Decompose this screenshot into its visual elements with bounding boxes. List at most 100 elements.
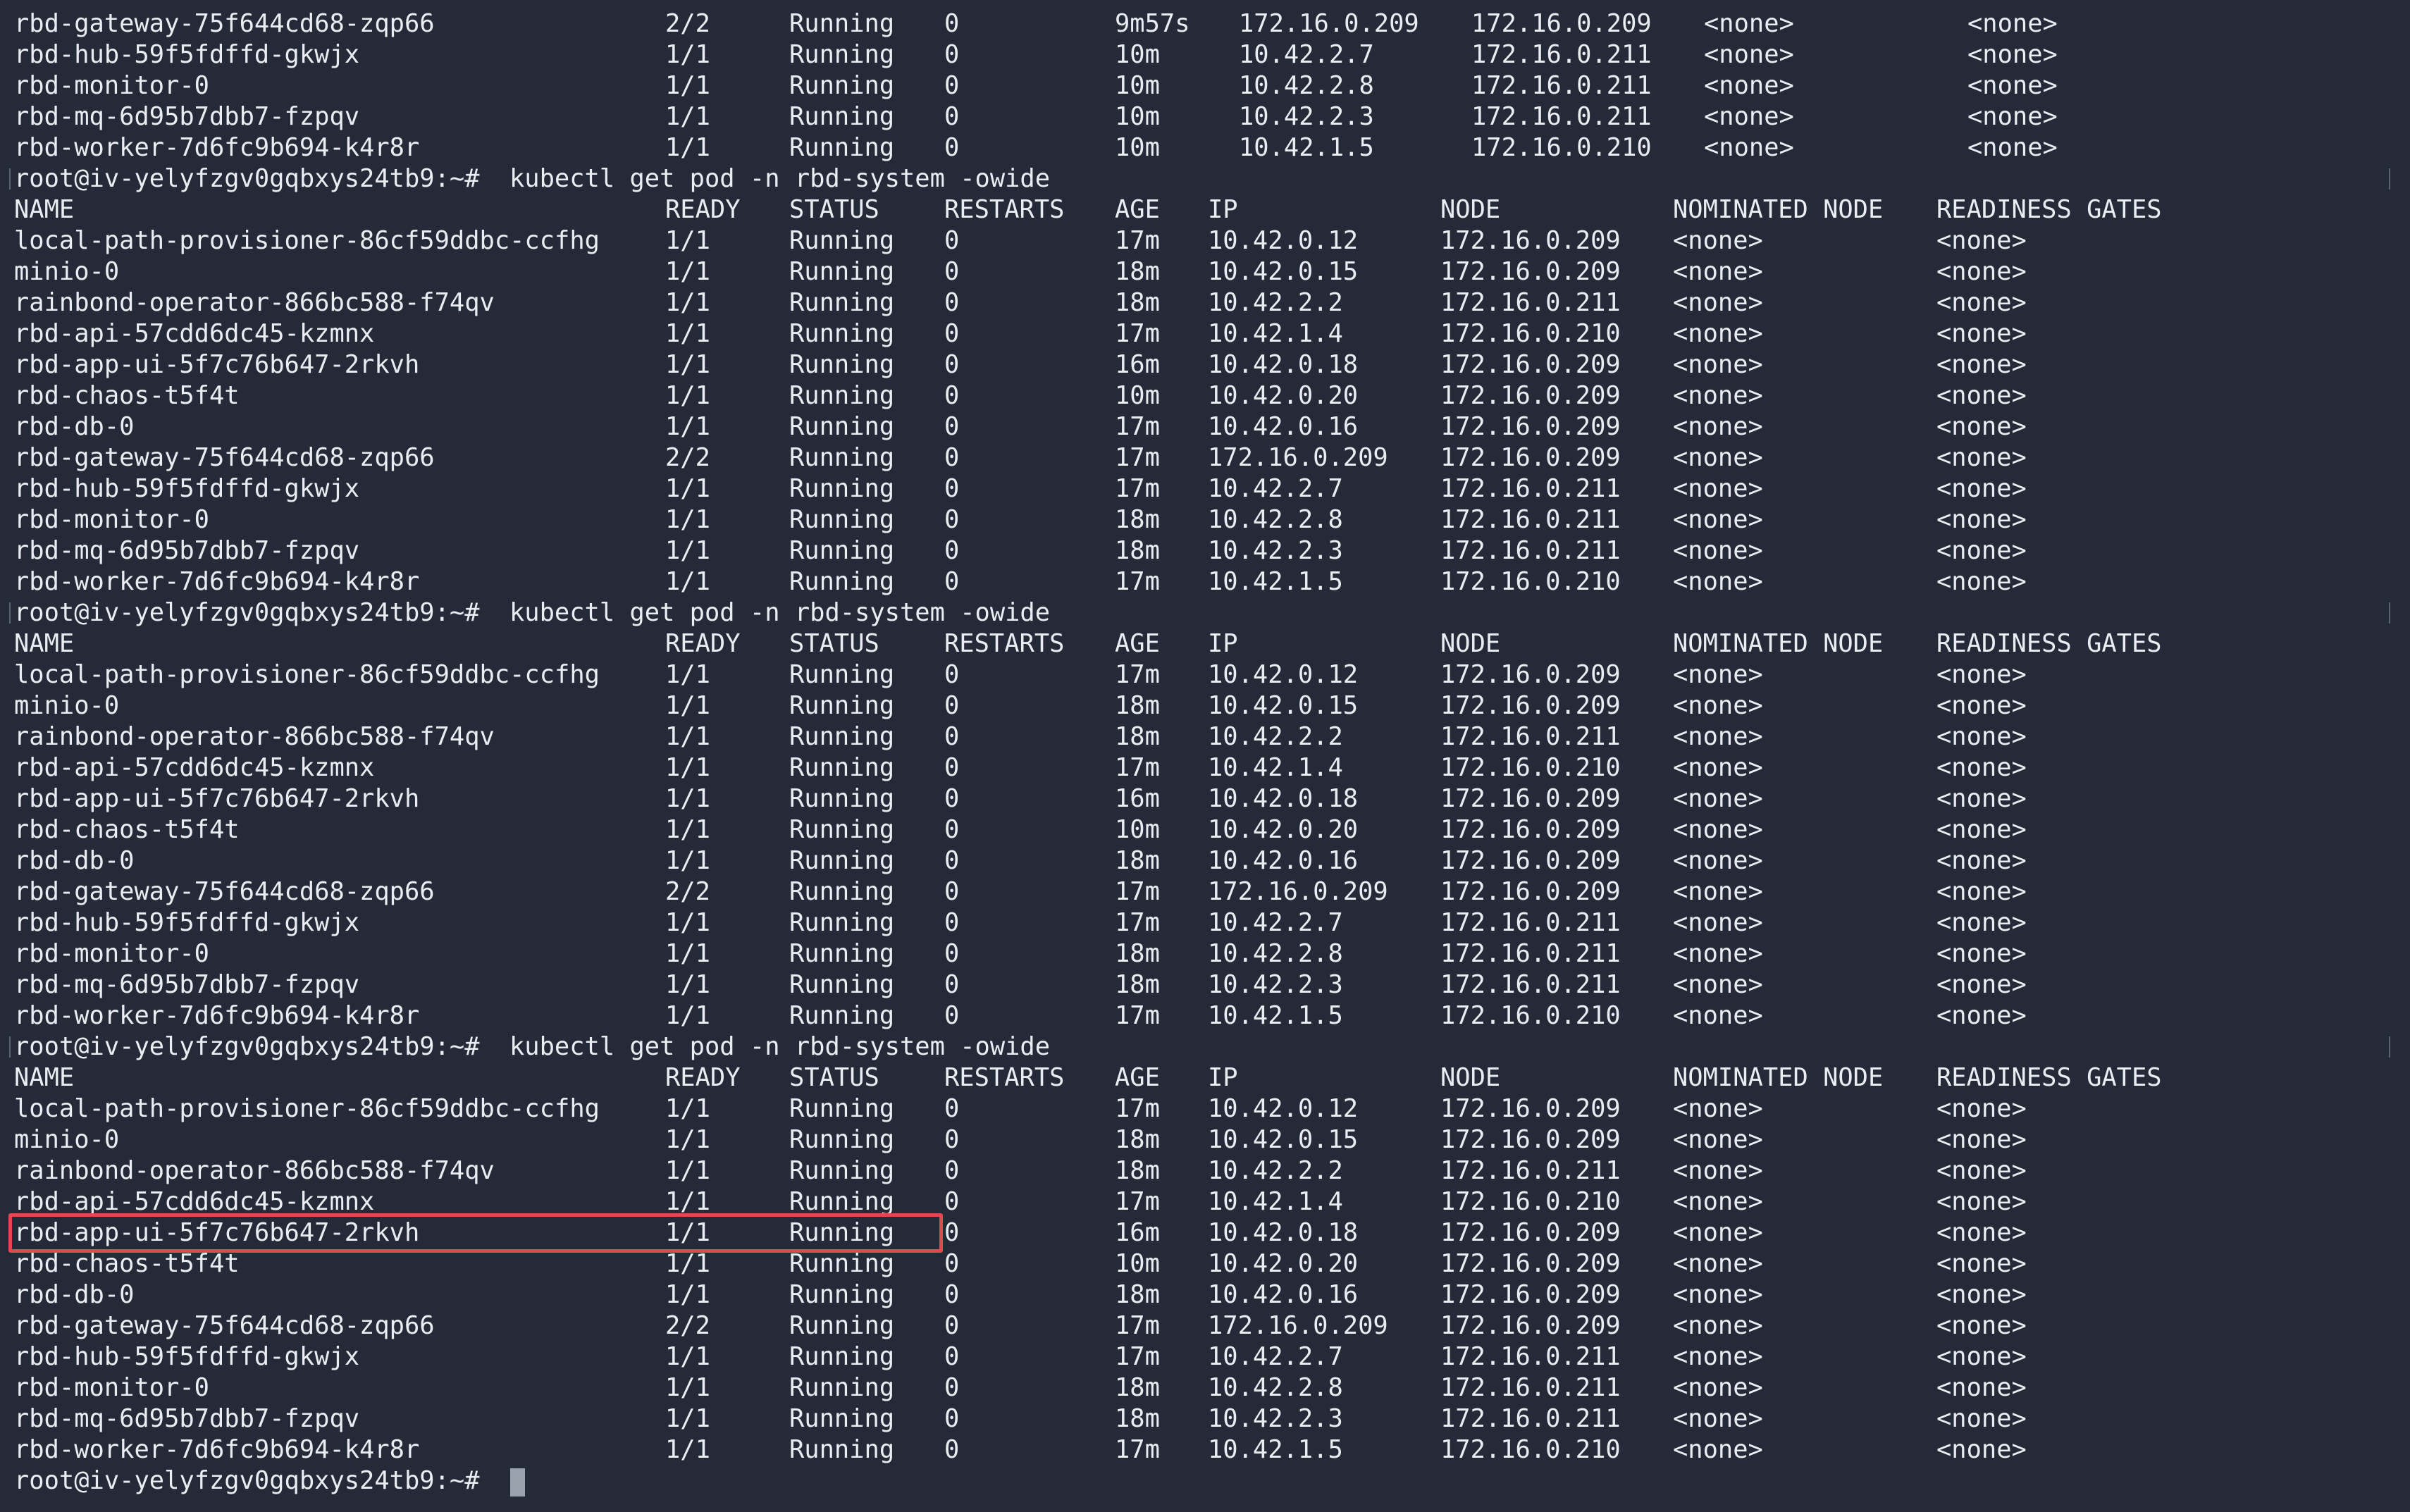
- line-mark: [2389, 602, 2390, 624]
- cell-pod-name: rbd-mq-6d95b7dbb7-fzpqv: [14, 970, 360, 999]
- cell-ready: 1/1: [665, 970, 710, 999]
- cell-age: 18m: [1115, 1404, 1160, 1433]
- cell-nominated-node: <none>: [1673, 1311, 1763, 1340]
- cell-readiness-gates: <none>: [1936, 1125, 2027, 1154]
- cell-pod-name: rbd-db-0: [14, 846, 135, 875]
- cell-pod-name: rbd-app-ui-5f7c76b647-2rkvh: [14, 784, 420, 813]
- cell-pod-name: rbd-mq-6d95b7dbb7-fzpqv: [14, 1404, 360, 1433]
- cell-ready: 1/1: [665, 71, 710, 100]
- cell-pod-name: rbd-gateway-75f644cd68-zqp66: [14, 877, 435, 906]
- cell-restarts: 0: [944, 1125, 960, 1154]
- cell-status: Running: [789, 753, 895, 782]
- cell-age: 10m: [1115, 381, 1160, 410]
- cell-ready: 1/1: [665, 257, 710, 286]
- cell-nominated-node: <none>: [1673, 1435, 1763, 1464]
- cell-pod-name: rbd-api-57cdd6dc45-kzmnx: [14, 319, 375, 348]
- cell-ip: 10.42.1.5: [1208, 567, 1343, 596]
- cell-pod-name: rbd-worker-7d6fc9b694-k4r8r: [14, 133, 420, 162]
- cell-pod-name: rbd-monitor-0: [14, 939, 209, 968]
- header-pod-name: NAME: [14, 195, 75, 224]
- cell-pod-name: minio-0: [14, 691, 120, 720]
- text-cursor[interactable]: [510, 1468, 525, 1496]
- cell-age: 18m: [1115, 288, 1160, 317]
- cell-status: Running: [789, 567, 895, 596]
- cell-node: 172.16.0.209: [1440, 784, 1621, 813]
- cell-node: 172.16.0.211: [1440, 1373, 1621, 1402]
- cell-restarts: 0: [944, 102, 960, 131]
- header-ip: IP: [1208, 195, 1238, 224]
- cell-readiness-gates: <none>: [1967, 9, 2058, 38]
- cell-ip: 10.42.0.20: [1208, 381, 1359, 410]
- header-readiness-gates: READINESS GATES: [1936, 1063, 2162, 1092]
- cell-ready: 1/1: [665, 1342, 710, 1371]
- cell-ip: 10.42.0.15: [1208, 691, 1359, 720]
- cell-node: 172.16.0.209: [1440, 877, 1621, 906]
- cell-nominated-node: <none>: [1673, 1218, 1763, 1247]
- cell-status: Running: [789, 288, 895, 317]
- header-status: STATUS: [789, 629, 879, 658]
- cell-ip: 10.42.1.5: [1208, 1435, 1343, 1464]
- cell-readiness-gates: <none>: [1967, 71, 2058, 100]
- cell-ip: 10.42.2.2: [1208, 288, 1343, 317]
- cell-readiness-gates: <none>: [1936, 536, 2027, 565]
- cell-restarts: 0: [944, 660, 960, 689]
- cell-restarts: 0: [944, 1435, 960, 1464]
- cell-ip: 10.42.1.4: [1208, 1187, 1343, 1216]
- cell-restarts: 0: [944, 908, 960, 937]
- cell-ip: 10.42.0.18: [1208, 784, 1359, 813]
- cell-age: 18m: [1115, 970, 1160, 999]
- cell-node: 172.16.0.210: [1471, 133, 1652, 162]
- cell-node: 172.16.0.211: [1471, 102, 1652, 131]
- cell-status: Running: [789, 722, 895, 751]
- cell-nominated-node: <none>: [1673, 691, 1763, 720]
- cell-readiness-gates: <none>: [1936, 226, 2027, 255]
- cell-restarts: 0: [944, 1156, 960, 1185]
- cell-node: 172.16.0.209: [1440, 1311, 1621, 1340]
- cell-age: 10m: [1115, 40, 1160, 69]
- cell-readiness-gates: <none>: [1936, 691, 2027, 720]
- cell-ready: 1/1: [665, 784, 710, 813]
- cell-ready: 1/1: [665, 1001, 710, 1030]
- cell-readiness-gates: <none>: [1967, 102, 2058, 131]
- cell-node: 172.16.0.209: [1440, 1280, 1621, 1309]
- cell-restarts: 0: [944, 1001, 960, 1030]
- cell-node: 172.16.0.209: [1440, 381, 1621, 410]
- cell-pod-name: rbd-worker-7d6fc9b694-k4r8r: [14, 1001, 420, 1030]
- cell-node: 172.16.0.209: [1440, 443, 1621, 472]
- cell-node: 172.16.0.210: [1440, 1001, 1621, 1030]
- cell-pod-name: minio-0: [14, 1125, 120, 1154]
- cell-restarts: 0: [944, 1280, 960, 1309]
- cell-readiness-gates: <none>: [1936, 877, 2027, 906]
- cell-nominated-node: <none>: [1673, 288, 1763, 317]
- cell-readiness-gates: <none>: [1936, 412, 2027, 441]
- cell-restarts: 0: [944, 350, 960, 379]
- cell-age: 17m: [1115, 877, 1160, 906]
- cell-age: 10m: [1115, 1249, 1160, 1278]
- cell-pod-name: rbd-gateway-75f644cd68-zqp66: [14, 9, 435, 38]
- cell-age: 17m: [1115, 1094, 1160, 1123]
- cell-readiness-gates: <none>: [1936, 1435, 2027, 1464]
- cell-pod-name: local-path-provisioner-86cf59ddbc-ccfhg: [14, 660, 600, 689]
- cell-status: Running: [789, 412, 895, 441]
- cell-age: 18m: [1115, 257, 1160, 286]
- cell-ip: 10.42.1.5: [1208, 1001, 1343, 1030]
- cell-nominated-node: <none>: [1673, 1125, 1763, 1154]
- cell-restarts: 0: [944, 753, 960, 782]
- cell-pod-name: rbd-hub-59f5fdffd-gkwjx: [14, 1342, 360, 1371]
- cell-ip: 172.16.0.209: [1239, 9, 1419, 38]
- cell-status: Running: [789, 133, 895, 162]
- terminal-window[interactable]: rbd-gateway-75f644cd68-zqp66 2/2 Running 0 9…: [0, 0, 2410, 1512]
- cell-status: Running: [789, 1311, 895, 1340]
- cell-readiness-gates: <none>: [1936, 381, 2027, 410]
- cell-nominated-node: <none>: [1673, 1249, 1763, 1278]
- cell-restarts: 0: [944, 412, 960, 441]
- cell-ready: 2/2: [665, 1311, 710, 1340]
- cell-age: 17m: [1115, 474, 1160, 503]
- cell-ready: 1/1: [665, 40, 710, 69]
- cell-status: Running: [789, 319, 895, 348]
- cell-status: Running: [789, 226, 895, 255]
- cell-ip: 10.42.1.4: [1208, 319, 1343, 348]
- cell-nominated-node: <none>: [1673, 257, 1763, 286]
- cell-ready: 1/1: [665, 939, 710, 968]
- cell-restarts: 0: [944, 1187, 960, 1216]
